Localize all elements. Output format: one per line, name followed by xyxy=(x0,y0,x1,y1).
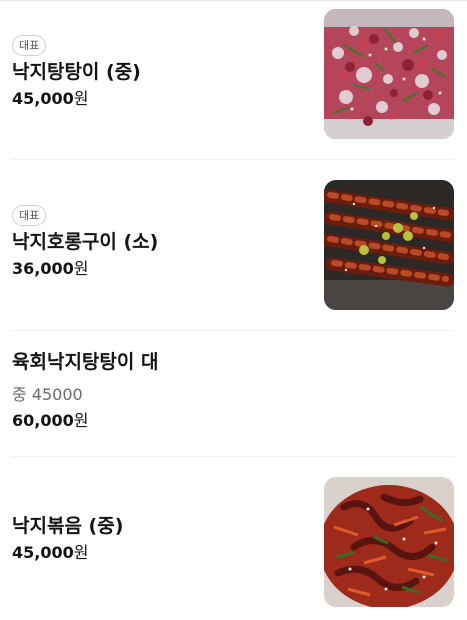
menu-item[interactable]: 대표 낙지탕탕이 (중) 45,000원 xyxy=(12,0,454,160)
menu-item-name: 낙지호롱구이 (소) xyxy=(12,231,159,253)
menu-item-photo[interactable] xyxy=(324,477,454,607)
menu-item-photo[interactable] xyxy=(324,180,454,310)
menu-item[interactable]: 육회낙지탕탕이 대 중 45000 60,000원 xyxy=(12,331,454,457)
menu-item-price: 45,000원 xyxy=(12,89,89,108)
menu-item-name: 낙지탕탕이 (중) xyxy=(12,61,141,83)
menu-item-price: 60,000원 xyxy=(12,411,89,430)
menu-item-description: 중 45000 xyxy=(12,385,83,404)
menu-item[interactable]: 낙지볶음 (중) 45,000원 xyxy=(12,457,454,620)
menu-item-photo[interactable] xyxy=(324,9,454,139)
menu-item-name: 낙지볶음 (중) xyxy=(12,515,124,537)
raw-octopus-photo-image xyxy=(324,9,454,139)
menu-list: 대표 낙지탕탕이 (중) 45,000원 대표 낙지호롱구이 (소) 36,00… xyxy=(12,0,454,620)
menu-item-name: 육회낙지탕탕이 대 xyxy=(12,351,159,373)
menu-item[interactable]: 대표 낙지호롱구이 (소) 36,000원 xyxy=(12,160,454,331)
grilled-skewers-photo-image xyxy=(324,180,454,310)
menu-item-price: 36,000원 xyxy=(12,259,89,278)
signature-badge: 대표 xyxy=(12,35,47,56)
menu-item-price: 45,000원 xyxy=(12,543,89,562)
stir-fried-octopus-photo-image xyxy=(324,477,454,607)
signature-badge: 대표 xyxy=(12,205,47,226)
